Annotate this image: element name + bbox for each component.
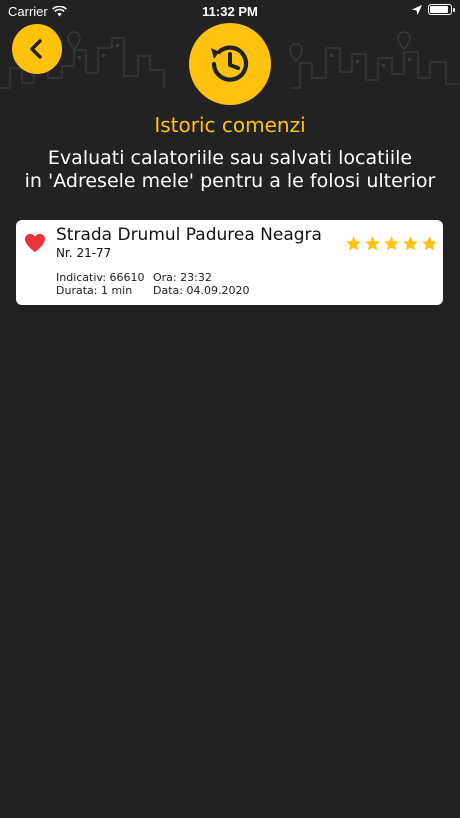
status-right: [412, 4, 455, 15]
detail-row: Indicativ: 66610 Ora: 23:32: [56, 271, 249, 284]
battery-icon: [428, 4, 455, 15]
trip-street: Strada Drumul Padurea Neagra: [56, 225, 322, 245]
trip-street-number: Nr. 21-77: [56, 246, 112, 260]
chevron-left-icon: [30, 39, 42, 59]
star-icon[interactable]: [402, 235, 419, 252]
page-subtitle: Evaluati calatoriile sau salvati locatii…: [20, 147, 440, 193]
trip-durata: Durata: 1 min: [56, 284, 133, 297]
history-clock-icon: [211, 45, 249, 82]
status-bar: Carrier 11:32 PM: [0, 0, 460, 22]
trip-ora: Ora: 23:32: [153, 271, 212, 284]
trip-details: Indicativ: 66610 Ora: 23:32 Durata: 1 mi…: [56, 271, 249, 297]
subtitle-line-2: in 'Adresele mele' pentru a le folosi ul…: [24, 170, 436, 192]
star-icon[interactable]: [345, 235, 362, 252]
heart-icon[interactable]: [24, 233, 46, 253]
trip-data: Data: 04.09.2020: [153, 284, 250, 297]
page-title: Istoric comenzi: [154, 113, 306, 137]
star-icon[interactable]: [364, 235, 381, 252]
detail-row: Durata: 1 min Data: 04.09.2020: [56, 284, 249, 297]
status-time: 11:32 PM: [202, 4, 258, 19]
star-icon[interactable]: [383, 235, 400, 252]
star-icon[interactable]: [421, 235, 438, 252]
history-badge: [189, 23, 271, 105]
back-button[interactable]: [12, 24, 62, 74]
location-arrow-icon: [412, 4, 422, 15]
trip-indicativ: Indicativ: 66610: [56, 271, 145, 284]
subtitle-line-1: Evaluati calatoriile sau salvati locatii…: [47, 147, 413, 169]
trip-card[interactable]: Strada Drumul Padurea Neagra Nr. 21-77 I…: [16, 220, 443, 305]
rating-stars[interactable]: [345, 235, 438, 252]
